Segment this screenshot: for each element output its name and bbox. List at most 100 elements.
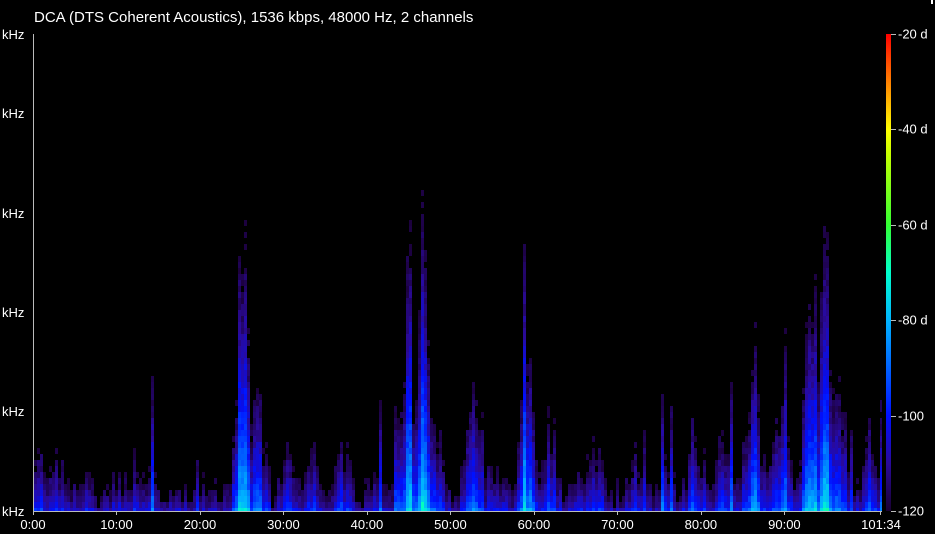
spectrogram-cell — [550, 496, 553, 502]
spectrogram-cell — [424, 406, 427, 412]
spectrogram-cell — [835, 442, 838, 448]
spectrogram-cell — [259, 394, 262, 400]
spectrogram-cell — [409, 292, 412, 298]
spectrogram-cell — [118, 502, 121, 508]
spectrogram-cell — [55, 448, 58, 454]
x-tick-mark — [450, 511, 452, 515]
spectrogram-cell — [223, 490, 226, 496]
spectrogram-cell — [400, 436, 403, 442]
spectrogram-cell — [580, 484, 583, 490]
spectrogram-cell — [436, 496, 439, 502]
spectrogram-cell — [790, 460, 793, 466]
spectrogram-cell — [361, 508, 364, 511]
spectrogram-cell — [235, 400, 238, 406]
spectrogram-cell — [664, 490, 667, 496]
spectrogram-cell — [751, 460, 754, 466]
spectrogram-cell — [43, 496, 46, 502]
spectrogram-cell — [688, 484, 691, 490]
spectrogram-cell — [400, 442, 403, 448]
spectrogram-cell — [814, 388, 817, 394]
spectrogram-cell — [40, 460, 43, 466]
spectrogram-cell — [154, 484, 157, 490]
spectrogram-cell — [670, 508, 673, 511]
spectrogram-cell — [637, 490, 640, 496]
spectrogram-cell — [424, 400, 427, 406]
spectrogram-cell — [811, 478, 814, 484]
spectrogram-cell — [838, 496, 841, 502]
spectrogram-cell — [817, 436, 820, 442]
spectrogram-cell — [715, 460, 718, 466]
spectrogram-cell — [424, 472, 427, 478]
spectrogram-cell — [301, 502, 304, 508]
spectrogram-cell — [439, 460, 442, 466]
spectrogram-cell — [238, 454, 241, 460]
spectrogram-cell — [634, 460, 637, 466]
spectrogram-cell — [760, 496, 763, 502]
spectrogram-cell — [823, 454, 826, 460]
spectrogram-cell — [829, 430, 832, 436]
spectrogram-cell — [868, 508, 871, 511]
spectrogram-cell — [838, 466, 841, 472]
spectrogram-cell — [589, 484, 592, 490]
spectrogram-cell — [244, 484, 247, 490]
spectrogram-cell — [88, 478, 91, 484]
spectrogram-cell — [415, 466, 418, 472]
spectrogram-cell — [784, 346, 787, 352]
spectrogram-cell — [802, 406, 805, 412]
spectrogram-cell — [439, 508, 442, 511]
spectrogram-cell — [262, 484, 265, 490]
spectrogram-cell — [754, 352, 757, 358]
spectrogram-cell — [592, 460, 595, 466]
colorbar-tick-label: -120 — [898, 503, 925, 519]
spectrogram-cell — [475, 508, 478, 511]
spectrogram-cell — [52, 496, 55, 502]
spectrogram-cell — [643, 478, 646, 484]
spectrogram-cell — [835, 448, 838, 454]
spectrogram-cell — [406, 496, 409, 502]
spectrogram-cell — [286, 466, 289, 472]
spectrogram-cell — [349, 478, 352, 484]
spectrogram-cell — [295, 508, 298, 511]
spectrogram-cell — [259, 508, 262, 511]
spectrogram-cell — [802, 448, 805, 454]
spectrogram-cell — [535, 490, 538, 496]
spectrogram-cell — [424, 286, 427, 292]
spectrogram-cell — [415, 472, 418, 478]
spectrogram-cell — [244, 334, 247, 340]
spectrogram-cell — [679, 508, 682, 511]
spectrogram-cell — [295, 502, 298, 508]
spectrogram-cell — [754, 484, 757, 490]
spectrogram-cell — [418, 490, 421, 496]
spectrogram-cell — [334, 466, 337, 472]
spectrogram-cell — [262, 508, 265, 511]
spectrogram-cell — [88, 490, 91, 496]
spectrogram-cell — [85, 472, 88, 478]
spectrogram-cell — [244, 394, 247, 400]
spectrogram-cell — [772, 508, 775, 511]
spectrogram-cell — [331, 508, 334, 511]
spectrogram-cell — [823, 226, 826, 232]
spectrogram-cell — [487, 496, 490, 502]
x-tick-mark — [784, 511, 786, 515]
spectrogram-cell — [250, 496, 253, 502]
spectrogram-cell — [880, 406, 882, 412]
spectrogram-cell — [640, 502, 643, 508]
spectrogram-cell — [313, 472, 316, 478]
spectrogram-cell — [820, 334, 823, 340]
spectrogram-cell — [277, 490, 280, 496]
spectrogram-cell — [403, 442, 406, 448]
spectrogram-cell — [409, 346, 412, 352]
spectrogram-cell — [661, 424, 664, 430]
spectrogram-cell — [730, 490, 733, 496]
spectrogram-cell — [409, 430, 412, 436]
spectrogram-cell — [826, 328, 829, 334]
spectrogram-cell — [475, 496, 478, 502]
spectrogram-cell — [670, 460, 673, 466]
spectrogram-cell — [424, 382, 427, 388]
spectrogram-cell — [772, 454, 775, 460]
spectrogram-cell — [715, 472, 718, 478]
spectrogram-cell — [376, 502, 379, 508]
spectrogram-cell — [817, 460, 820, 466]
spectrogram-cell — [61, 502, 64, 508]
spectrogram-cell — [730, 424, 733, 430]
